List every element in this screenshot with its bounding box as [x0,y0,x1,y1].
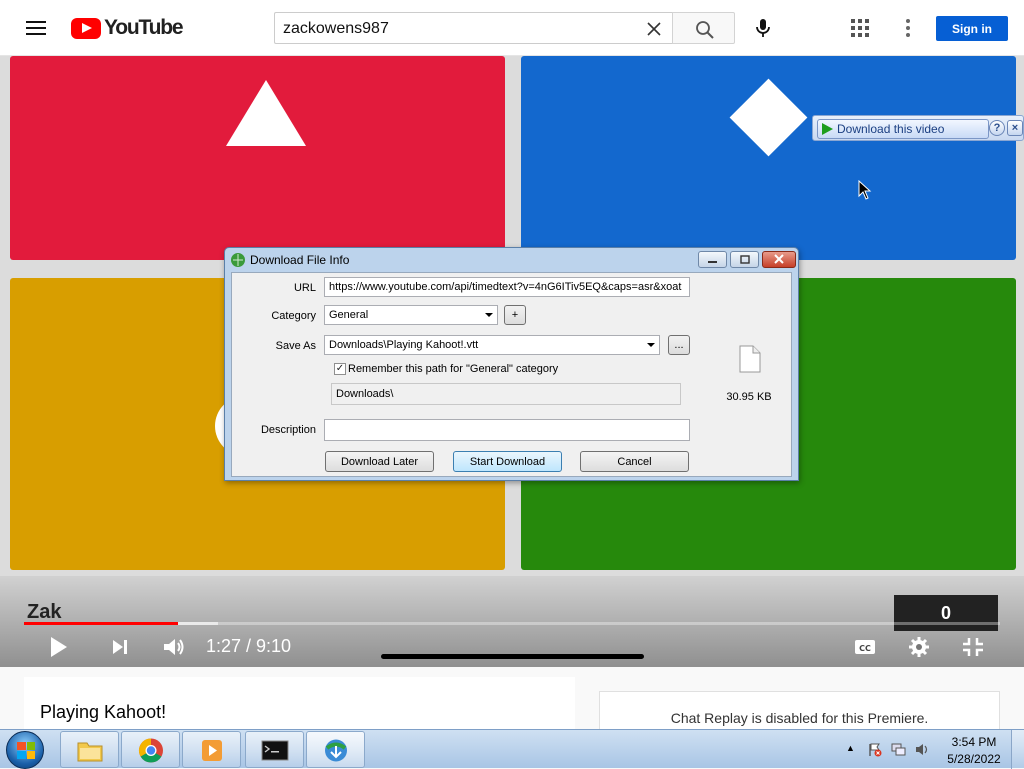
download-later-button[interactable]: Download Later [325,451,434,472]
restore-button[interactable] [730,251,759,268]
help-icon[interactable]: ? [989,120,1005,136]
network-icon[interactable] [891,742,906,757]
search-input[interactable] [283,18,633,40]
description-field[interactable] [324,419,690,441]
add-category-button[interactable]: + [504,305,526,325]
url-label: URL [293,282,316,294]
taskbar-idm[interactable] [306,731,365,768]
title-card: Playing Kahoot! [24,677,575,737]
download-video-panel: Download this video ? × [812,115,1024,141]
restore-icon [740,255,750,264]
close-window-button[interactable] [762,251,796,268]
remember-path-checkbox[interactable]: ✓ [334,363,346,375]
voice-search-mic-icon[interactable] [750,15,776,41]
chat-replay-text: Chat Replay is disabled for this Premier… [670,710,929,726]
chevron-down-icon [485,313,493,317]
triangle-icon [226,80,306,146]
svg-text:CC: CC [859,644,871,653]
mouse-cursor-icon [858,180,872,200]
taskbar-media-player[interactable] [182,731,241,768]
exit-fullscreen-icon[interactable] [961,634,985,660]
show-hidden-icons-icon[interactable]: ▲ [846,743,861,758]
taskbar-command-prompt[interactable] [245,731,304,768]
score-box: 0 [894,595,998,631]
youtube-logo[interactable]: YouTube [71,16,184,40]
youtube-play-logo-icon [71,17,101,39]
video-title: Playing Kahoot! [40,702,167,722]
idm-globe-icon [231,253,245,267]
taskbar-chrome[interactable] [121,731,180,768]
action-center-flag-icon[interactable] [867,742,882,757]
volume-icon[interactable] [162,634,186,660]
start-button[interactable] [6,731,44,769]
answer-tile-blue [521,56,1016,260]
answer-tile-red [10,56,505,260]
folder-icon [77,742,103,762]
file-size: 30.95 KB [726,391,772,403]
more-vertical-icon[interactable] [900,17,916,39]
menu-icon[interactable] [20,16,52,40]
close-icon[interactable]: × [1007,120,1023,136]
play-icon[interactable] [48,634,70,660]
remember-path-label: Remember this path for "General" categor… [348,363,559,375]
file-icon [739,345,761,373]
chevron-down-icon [647,343,655,347]
category-label: Category [271,310,316,322]
search-box [274,12,672,44]
home-indicator-bar [381,654,644,659]
save-as-select[interactable]: Downloads\Playing Kahoot!.vtt [324,335,660,355]
chrome-icon [138,738,163,763]
volume-tray-icon[interactable] [915,742,930,757]
save-as-label: Save As [275,340,316,352]
cancel-button[interactable]: Cancel [580,451,689,472]
download-this-video-button[interactable]: Download this video [817,119,989,139]
checkmark-icon: ✓ [335,363,345,374]
dialog-title: Download File Info [250,253,350,267]
progress-played [24,622,179,625]
clear-search-icon[interactable] [646,21,662,37]
search-icon [696,21,714,39]
url-field[interactable]: https://www.youtube.com/api/timedtext?v=… [324,277,690,297]
command-prompt-icon [261,740,289,761]
start-download-button[interactable]: Start Download [453,451,562,472]
progress-bar[interactable] [24,622,1000,625]
minimize-button[interactable] [698,251,727,268]
search-button[interactable] [672,12,735,44]
save-as-value: Downloads\Playing Kahoot!.vtt [329,339,479,351]
settings-gear-icon[interactable] [907,634,931,660]
close-x-icon [774,254,784,264]
sign-in-button[interactable]: Sign in [936,16,1008,41]
apps-grid-icon[interactable] [849,17,871,39]
player-name: Zak [27,601,62,623]
clock-date[interactable]: 5/28/2022 [944,752,1004,766]
browse-button[interactable]: ... [668,335,690,355]
category-value: General [329,309,369,321]
youtube-logo-text: YouTube [104,16,184,39]
subtitles-cc-icon[interactable]: CC [854,634,876,660]
taskbar-explorer[interactable] [60,731,119,768]
media-player-icon [202,740,222,761]
diamond-icon [729,78,808,157]
play-arrow-icon [822,123,833,135]
category-path-display: Downloads\ [331,383,681,405]
windows-logo-icon [17,742,35,759]
minimize-icon [708,261,717,263]
youtube-header: YouTube Sign in [0,0,1024,56]
download-file-info-dialog: Download File Info URL https://www.youtu… [224,247,799,481]
description-label: Description [260,424,316,436]
clock-time[interactable]: 3:54 PM [950,735,998,749]
video-info-area: Playing Kahoot! Chat Replay is disabled … [0,667,1024,741]
next-video-icon[interactable] [110,634,130,660]
show-desktop-button[interactable] [1011,730,1024,769]
dialog-body: URL https://www.youtube.com/api/timedtex… [231,272,792,477]
idm-icon [325,739,347,762]
time-display: 1:27 / 9:10 [206,636,292,656]
download-this-video-label: Download this video [837,122,945,136]
category-select[interactable]: General [324,305,498,325]
windows-taskbar: ▲ 3:54 PM 5/28/2022 [0,729,1024,769]
